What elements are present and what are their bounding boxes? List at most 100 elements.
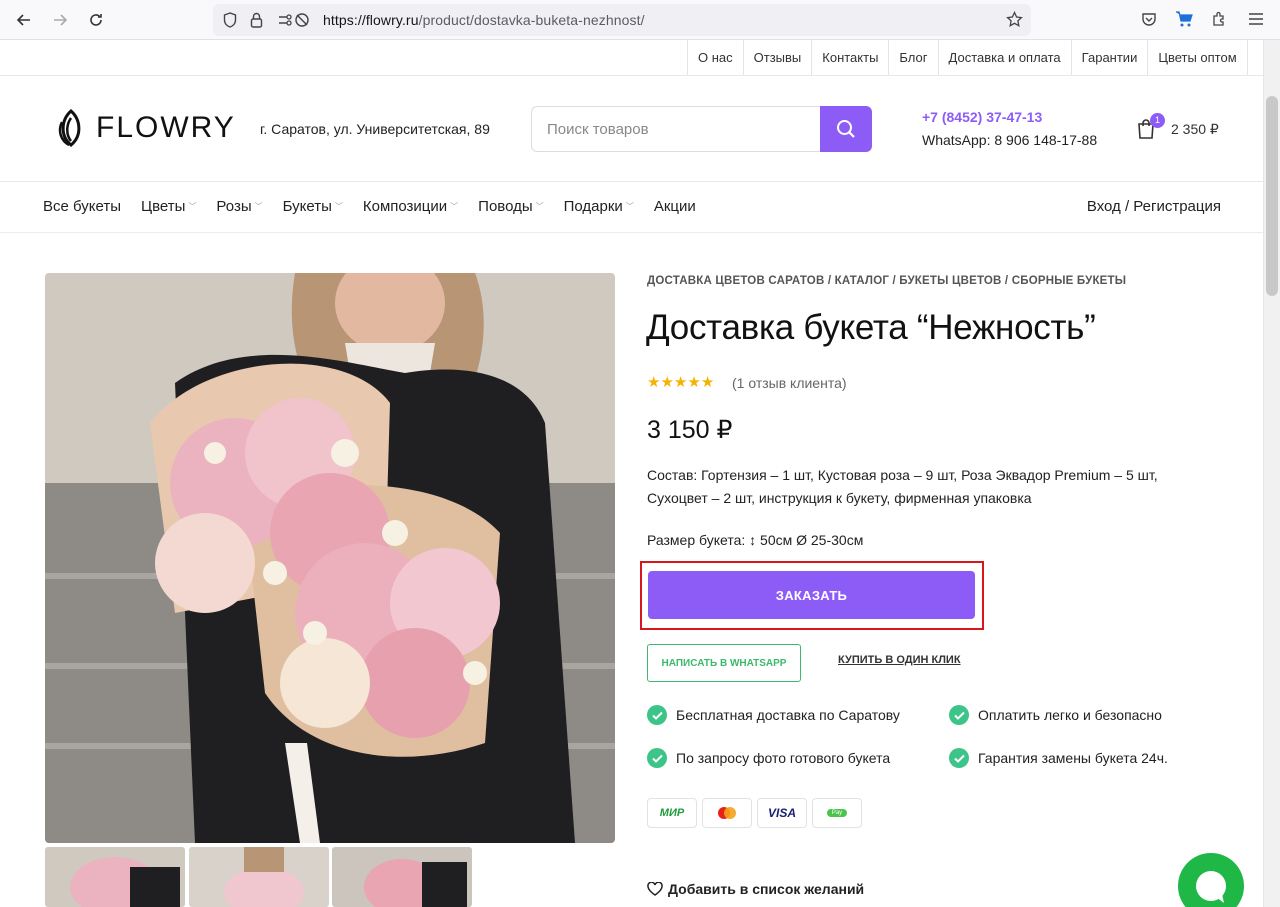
breadcrumb: ДОСТАВКА ЦВЕТОВ САРАТОВ / КАТАЛОГ / БУКЕ… xyxy=(647,275,1127,287)
pocket-icon[interactable] xyxy=(1141,11,1157,32)
main-navigation: Все букеты Цветы ﹀ Розы ﹀ Букеты ﹀ Композиц… xyxy=(43,198,716,215)
divider xyxy=(0,181,1263,182)
chevron-down-icon: ﹀ xyxy=(188,202,197,211)
feature-label: Гарантия замены букета 24ч. xyxy=(978,750,1168,766)
cart-extension-icon[interactable] xyxy=(1175,10,1193,33)
leaf-logo-icon xyxy=(58,108,81,147)
feature-item: Бесплатная доставка по Саратову xyxy=(647,705,900,725)
store-address: г. Саратов, ул. Университетская, 89 xyxy=(260,121,490,137)
logo-text: FLOWRY xyxy=(96,111,236,144)
wishlist-label: Добавить в список желаний xyxy=(668,881,865,897)
nav-sales[interactable]: Акции xyxy=(654,198,696,215)
reviews-link[interactable]: (1 отзыв клиента) xyxy=(732,375,847,391)
star-icon: ★ xyxy=(687,374,701,391)
product-thumbnail[interactable] xyxy=(189,847,329,907)
search-icon xyxy=(837,120,855,138)
search-field[interactable] xyxy=(531,106,821,152)
forward-icon[interactable] xyxy=(48,8,72,32)
feature-item: По запросу фото готового букета xyxy=(647,748,890,768)
reload-icon[interactable] xyxy=(84,8,108,32)
top-link-blog[interactable]: Блог xyxy=(889,40,939,76)
mastercard-payment-icon xyxy=(702,798,752,828)
breadcrumb-link[interactable]: БУКЕТЫ ЦВЕТОВ xyxy=(899,275,1001,287)
chevron-down-icon: ﹀ xyxy=(254,202,263,211)
permissions-icon[interactable] xyxy=(277,12,311,33)
nav-all-bouquets[interactable]: Все букеты xyxy=(43,198,121,215)
nav-bouquets[interactable]: Букеты ﹀ xyxy=(283,198,343,215)
star-icon: ★ xyxy=(700,374,715,391)
heart-icon xyxy=(647,882,663,896)
top-link-reviews[interactable]: Отзывы xyxy=(744,40,813,76)
chevron-down-icon: ﹀ xyxy=(625,202,634,211)
star-icon: ★ xyxy=(673,374,688,391)
chevron-down-icon: ﹀ xyxy=(535,202,544,211)
bouquet-size: Размер букета: ↕ 50см Ø 25-30см xyxy=(647,532,864,548)
nav-compositions[interactable]: Композиции ﹀ xyxy=(363,198,458,215)
nav-roses[interactable]: Розы ﹀ xyxy=(216,198,262,215)
extensions-icon[interactable] xyxy=(1211,11,1227,32)
breadcrumb-link[interactable]: ДОСТАВКА ЦВЕТОВ САРАТОВ xyxy=(647,275,824,287)
feature-item: Гарантия замены букета 24ч. xyxy=(949,748,1168,768)
mir-payment-icon: МИР xyxy=(647,798,697,828)
chevron-down-icon: ﹀ xyxy=(334,202,343,211)
url-text[interactable]: https://flowry.ru/product/dostavka-buket… xyxy=(323,12,645,28)
top-link-wholesale[interactable]: Цветы оптом xyxy=(1148,40,1248,76)
whatsapp-button[interactable]: НАПИСАТЬ В WHATSAPP xyxy=(647,644,801,682)
browser-toolbar: https://flowry.ru/product/dostavka-buket… xyxy=(0,0,1280,40)
check-icon xyxy=(647,748,667,768)
product-title: Доставка букета “Нежность” xyxy=(646,308,1096,347)
search-button[interactable] xyxy=(820,106,872,152)
shield-icon[interactable] xyxy=(223,12,237,33)
page-scrollbar[interactable] xyxy=(1263,40,1280,907)
site-logo[interactable]: FLOWRY xyxy=(56,108,236,148)
check-icon xyxy=(647,705,667,725)
order-button[interactable]: ЗАКАЗАТЬ xyxy=(648,571,975,619)
feature-label: Оплатить легко и безопасно xyxy=(978,707,1162,723)
nav-gifts[interactable]: Подарки ﹀ xyxy=(564,198,634,215)
feature-label: По запросу фото готового букета xyxy=(676,750,891,766)
feature-item: Оплатить легко и безопасно xyxy=(949,705,1162,725)
top-link-delivery[interactable]: Доставка и оплата xyxy=(939,40,1072,76)
cart-total[interactable]: 2 350 ₽ xyxy=(1171,121,1219,138)
menu-icon[interactable] xyxy=(1248,12,1264,31)
product-composition: Состав: Гортензия – 1 шт, Кустовая роза … xyxy=(647,467,1158,506)
buy-one-click-link[interactable]: КУПИТЬ В ОДИН КЛИК xyxy=(838,654,961,666)
product-price: 3 150 ₽ xyxy=(647,416,733,444)
check-icon xyxy=(949,748,969,768)
pay-payment-icon: Pay xyxy=(812,798,862,828)
star-icon: ★ xyxy=(647,374,661,391)
breadcrumb-link[interactable]: КАТАЛОГ xyxy=(835,275,889,287)
back-icon[interactable] xyxy=(12,8,36,32)
search-input[interactable] xyxy=(532,107,821,151)
visa-payment-icon: VISA xyxy=(757,798,807,828)
lock-icon[interactable] xyxy=(250,12,263,33)
divider xyxy=(0,75,1263,76)
star-icon: ★ xyxy=(660,374,674,391)
pay-label: Pay xyxy=(826,809,848,817)
feature-label: Бесплатная доставка по Саратову xyxy=(676,707,900,723)
bookmark-star-icon[interactable] xyxy=(1006,10,1023,33)
login-register-link[interactable]: Вход / Регистрация xyxy=(1087,198,1221,215)
top-link-about[interactable]: О нас xyxy=(688,40,744,76)
chevron-down-icon: ﹀ xyxy=(450,202,459,211)
address-bar[interactable]: https://flowry.ru/product/dostavka-buket… xyxy=(213,4,1031,36)
product-main-image[interactable] xyxy=(45,273,615,843)
chat-widget-button[interactable] xyxy=(1178,853,1244,907)
scrollbar-thumb[interactable] xyxy=(1266,96,1278,296)
chat-icon xyxy=(1196,871,1226,903)
cart-count-badge: 1 xyxy=(1150,113,1165,128)
top-link-contacts[interactable]: Контакты xyxy=(812,40,890,76)
rating-stars: ★ ★ ★ ★ ★ xyxy=(647,373,714,391)
top-links: О нас Отзывы Контакты Блог Доставка и оп… xyxy=(687,40,1248,76)
top-link-guarantees[interactable]: Гарантии xyxy=(1072,40,1149,76)
phone-link[interactable]: +7 (8452) 37-47-13 xyxy=(922,109,1042,125)
nav-occasions[interactable]: Поводы ﹀ xyxy=(478,198,543,215)
divider xyxy=(0,232,1263,233)
product-thumbnail[interactable] xyxy=(45,847,185,907)
add-to-wishlist[interactable]: Добавить в список желаний xyxy=(647,881,864,897)
breadcrumb-link[interactable]: СБОРНЫЕ БУКЕТЫ xyxy=(1012,275,1127,287)
whatsapp-number[interactable]: WhatsApp: 8 906 148-17-88 xyxy=(922,132,1097,148)
nav-flowers[interactable]: Цветы ﹀ xyxy=(141,198,196,215)
product-thumbnail[interactable] xyxy=(332,847,472,907)
check-icon xyxy=(949,705,969,725)
